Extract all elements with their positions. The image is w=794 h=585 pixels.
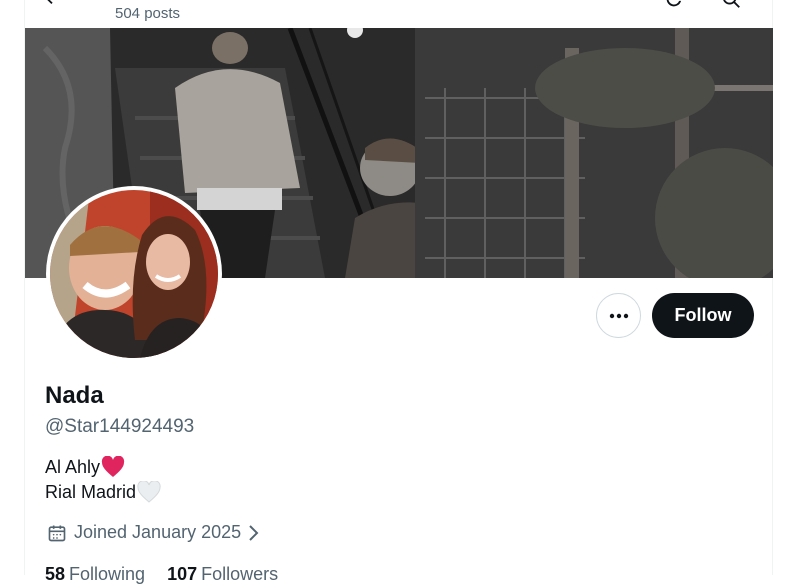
bio-text: Rial Madrid (45, 481, 137, 502)
display-name: Nada (45, 382, 104, 409)
joined-text: Joined January 2025 (74, 522, 242, 542)
followers-count: 107 (167, 564, 198, 584)
back-arrow-icon[interactable] (41, 0, 63, 8)
more-options-button[interactable] (596, 293, 641, 338)
top-bar: 504 posts (25, 0, 772, 28)
red-heart-icon (101, 456, 125, 477)
more-dots-icon (609, 313, 628, 318)
bio-line: Rial Madrid (45, 481, 161, 503)
following-label: Following (69, 564, 146, 584)
refresh-icon[interactable] (661, 0, 687, 10)
chevron-right-icon (249, 524, 259, 541)
following-count: 58 (45, 564, 66, 584)
bio-line: Al Ahly (45, 456, 125, 478)
joined-date[interactable]: Joined January 2025 (47, 522, 261, 543)
white-heart-icon (137, 481, 161, 503)
avatar-photo (50, 190, 218, 358)
followers-label: Followers (201, 564, 279, 584)
user-handle: @Star144924493 (45, 416, 195, 437)
bio-text: Al Ahly (45, 456, 101, 477)
profile-avatar[interactable] (46, 186, 222, 362)
post-count: 504 posts (115, 5, 181, 22)
follow-button[interactable]: Follow (652, 293, 754, 338)
search-icon[interactable] (718, 0, 744, 10)
profile-column: 504 posts Follow Nada @Star144924493 Al … (24, 0, 773, 584)
calendar-icon (48, 525, 66, 541)
